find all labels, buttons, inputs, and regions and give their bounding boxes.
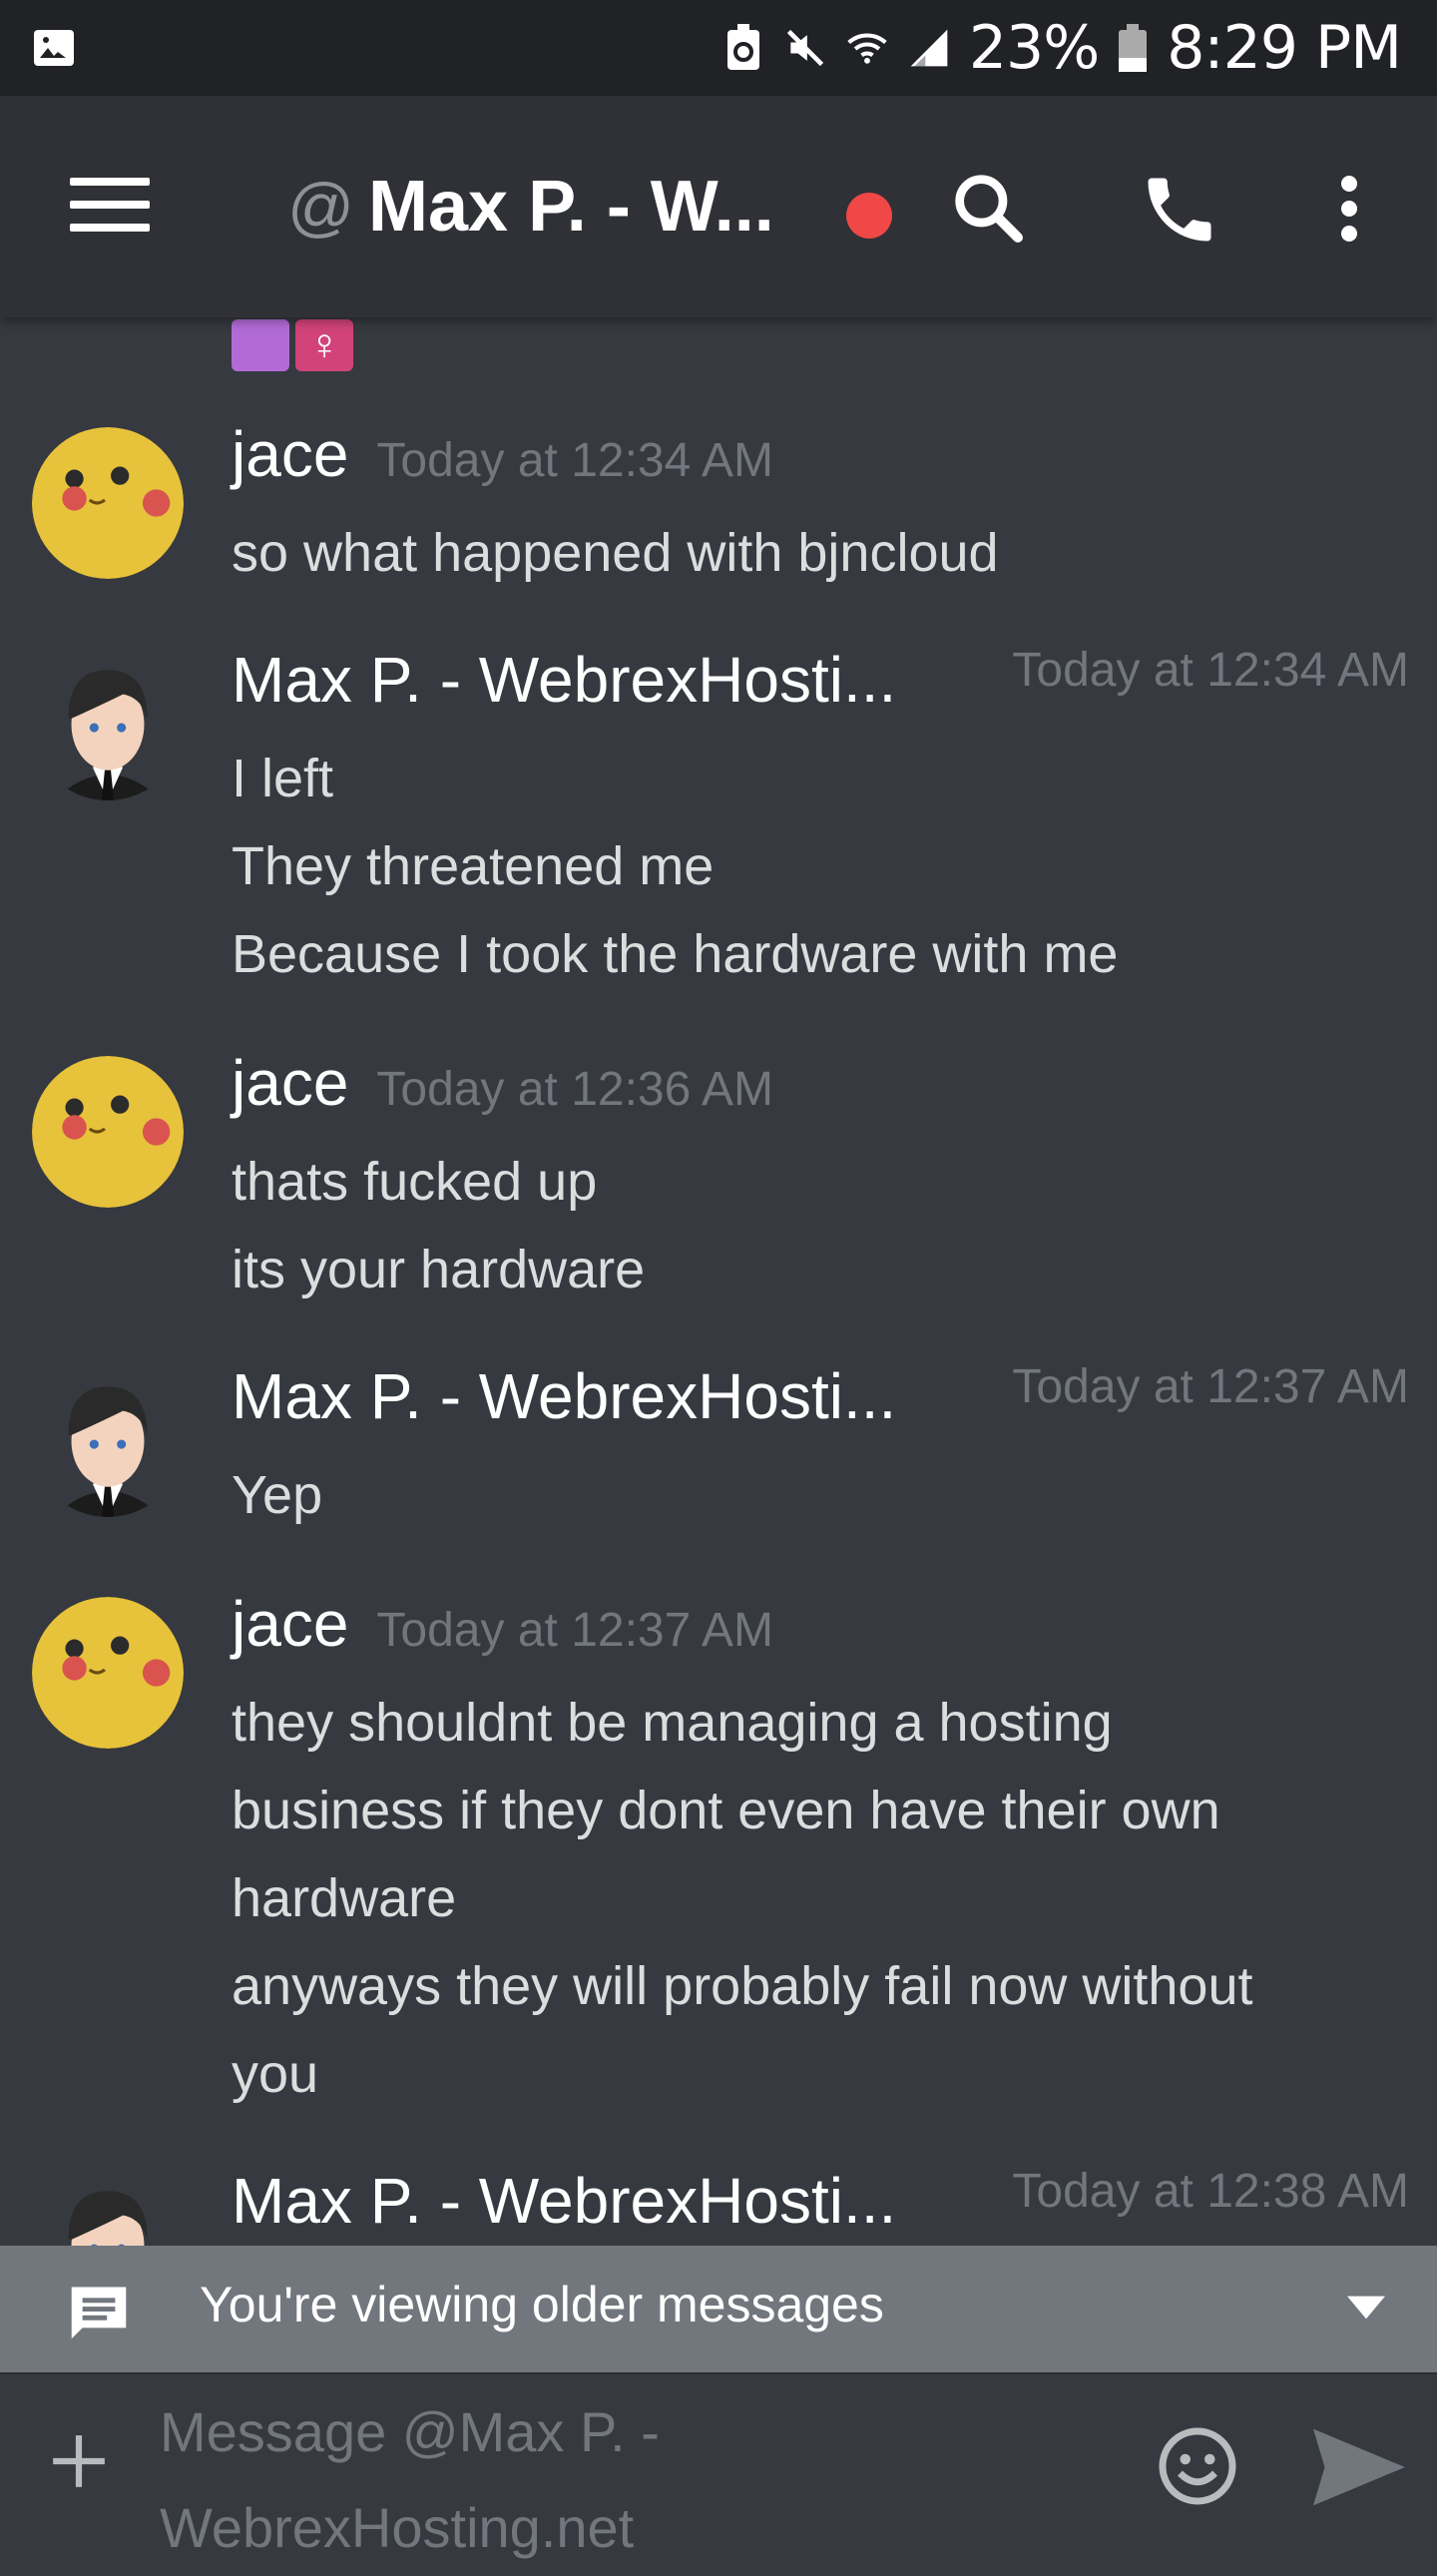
message-text: business if they dont even have their ow… bbox=[232, 1781, 1220, 1840]
shrug-emoji bbox=[232, 319, 289, 371]
message-text: Because I took the hardware with me bbox=[232, 924, 1119, 984]
more-vert-icon[interactable] bbox=[1319, 174, 1379, 244]
mute-icon bbox=[786, 29, 823, 67]
signal-icon bbox=[910, 29, 948, 67]
businessman-avatar[interactable] bbox=[32, 2170, 184, 2246]
battery-percent: 23% bbox=[968, 13, 1100, 83]
timestamp: Today at 12:34 AM bbox=[1012, 644, 1409, 697]
older-messages-text: You're viewing older messages bbox=[200, 2277, 884, 2332]
message-text: they shouldnt be managing a hosting bbox=[232, 1693, 1113, 1753]
battery-icon bbox=[1119, 24, 1148, 72]
businessman-avatar[interactable] bbox=[32, 1365, 184, 1517]
pikachu-avatar[interactable] bbox=[32, 1597, 184, 1749]
clock: 8:29 PM bbox=[1167, 13, 1402, 83]
businessman-avatar[interactable] bbox=[32, 649, 184, 800]
placeholder-line: Message @Max P. - bbox=[160, 2400, 660, 2463]
channel-title[interactable]: @ Max P. - W... bbox=[287, 162, 774, 252]
image-icon bbox=[34, 30, 74, 66]
author-name[interactable]: jace bbox=[232, 1587, 348, 1661]
pikachu-avatar[interactable] bbox=[32, 427, 184, 579]
emoji-row: ♀ bbox=[232, 319, 353, 379]
author-name[interactable]: jace bbox=[232, 417, 348, 491]
message-text: anyways they will probably fail now with… bbox=[232, 1956, 1253, 2016]
message-text: thats fucked up bbox=[232, 1152, 598, 1212]
chat-icon bbox=[71, 2287, 127, 2339]
message-composer: Message @Max P. - WebrexHosting.net bbox=[0, 2372, 1437, 2559]
author-name[interactable]: Max P. - WebrexHosti... bbox=[232, 2164, 896, 2238]
message-text: you bbox=[232, 2044, 319, 2104]
message-input[interactable]: Message @Max P. - WebrexHosting.net bbox=[160, 2384, 1018, 2576]
add-attachment-icon[interactable] bbox=[48, 2430, 110, 2492]
timestamp: Today at 12:37 AM bbox=[1012, 1360, 1409, 1413]
status-dot bbox=[846, 193, 892, 239]
author-name[interactable]: Max P. - WebrexHosti... bbox=[232, 643, 896, 717]
message-text: so what happened with bjncloud bbox=[232, 523, 999, 583]
menu-icon[interactable] bbox=[70, 178, 150, 234]
author-name[interactable]: Max P. - WebrexHosti... bbox=[232, 1359, 896, 1433]
placeholder-line: WebrexHosting.net bbox=[160, 2496, 635, 2559]
author-name[interactable]: jace bbox=[232, 1046, 348, 1120]
channel-header: @ Max P. - W... bbox=[0, 96, 1437, 317]
search-icon[interactable] bbox=[948, 168, 1028, 248]
timestamp: Today at 12:38 AM bbox=[1012, 2165, 1409, 2218]
channel-name: Max P. - W... bbox=[368, 167, 774, 247]
at-symbol: @ bbox=[287, 170, 354, 244]
send-icon[interactable] bbox=[1313, 2428, 1405, 2506]
status-bar: 23% 8:29 PM bbox=[0, 0, 1437, 96]
timestamp: Today at 12:37 AM bbox=[376, 1604, 773, 1657]
message-text: I left bbox=[232, 749, 334, 808]
timestamp: Today at 12:36 AM bbox=[376, 1063, 773, 1116]
timestamp: Today at 12:34 AM bbox=[376, 434, 773, 487]
phone-icon[interactable] bbox=[1138, 168, 1221, 252]
message-text: its your hardware bbox=[232, 1240, 646, 1299]
message-text: They threatened me bbox=[232, 836, 715, 896]
message-text: Yep bbox=[232, 1465, 323, 1525]
wifi-icon bbox=[847, 33, 887, 64]
older-messages-bar[interactable]: You're viewing older messages bbox=[0, 2246, 1437, 2372]
emoji-icon[interactable] bbox=[1156, 2424, 1239, 2508]
battery-saver-icon bbox=[726, 24, 759, 70]
message-text: hardware bbox=[232, 1868, 457, 1928]
pikachu-avatar[interactable] bbox=[32, 1056, 184, 1208]
chevron-down-icon[interactable] bbox=[1347, 2296, 1385, 2319]
female-sign-emoji: ♀ bbox=[295, 319, 353, 371]
message-list[interactable]: ♀ jace Today at 12:34 AM so what happene… bbox=[0, 317, 1437, 2246]
